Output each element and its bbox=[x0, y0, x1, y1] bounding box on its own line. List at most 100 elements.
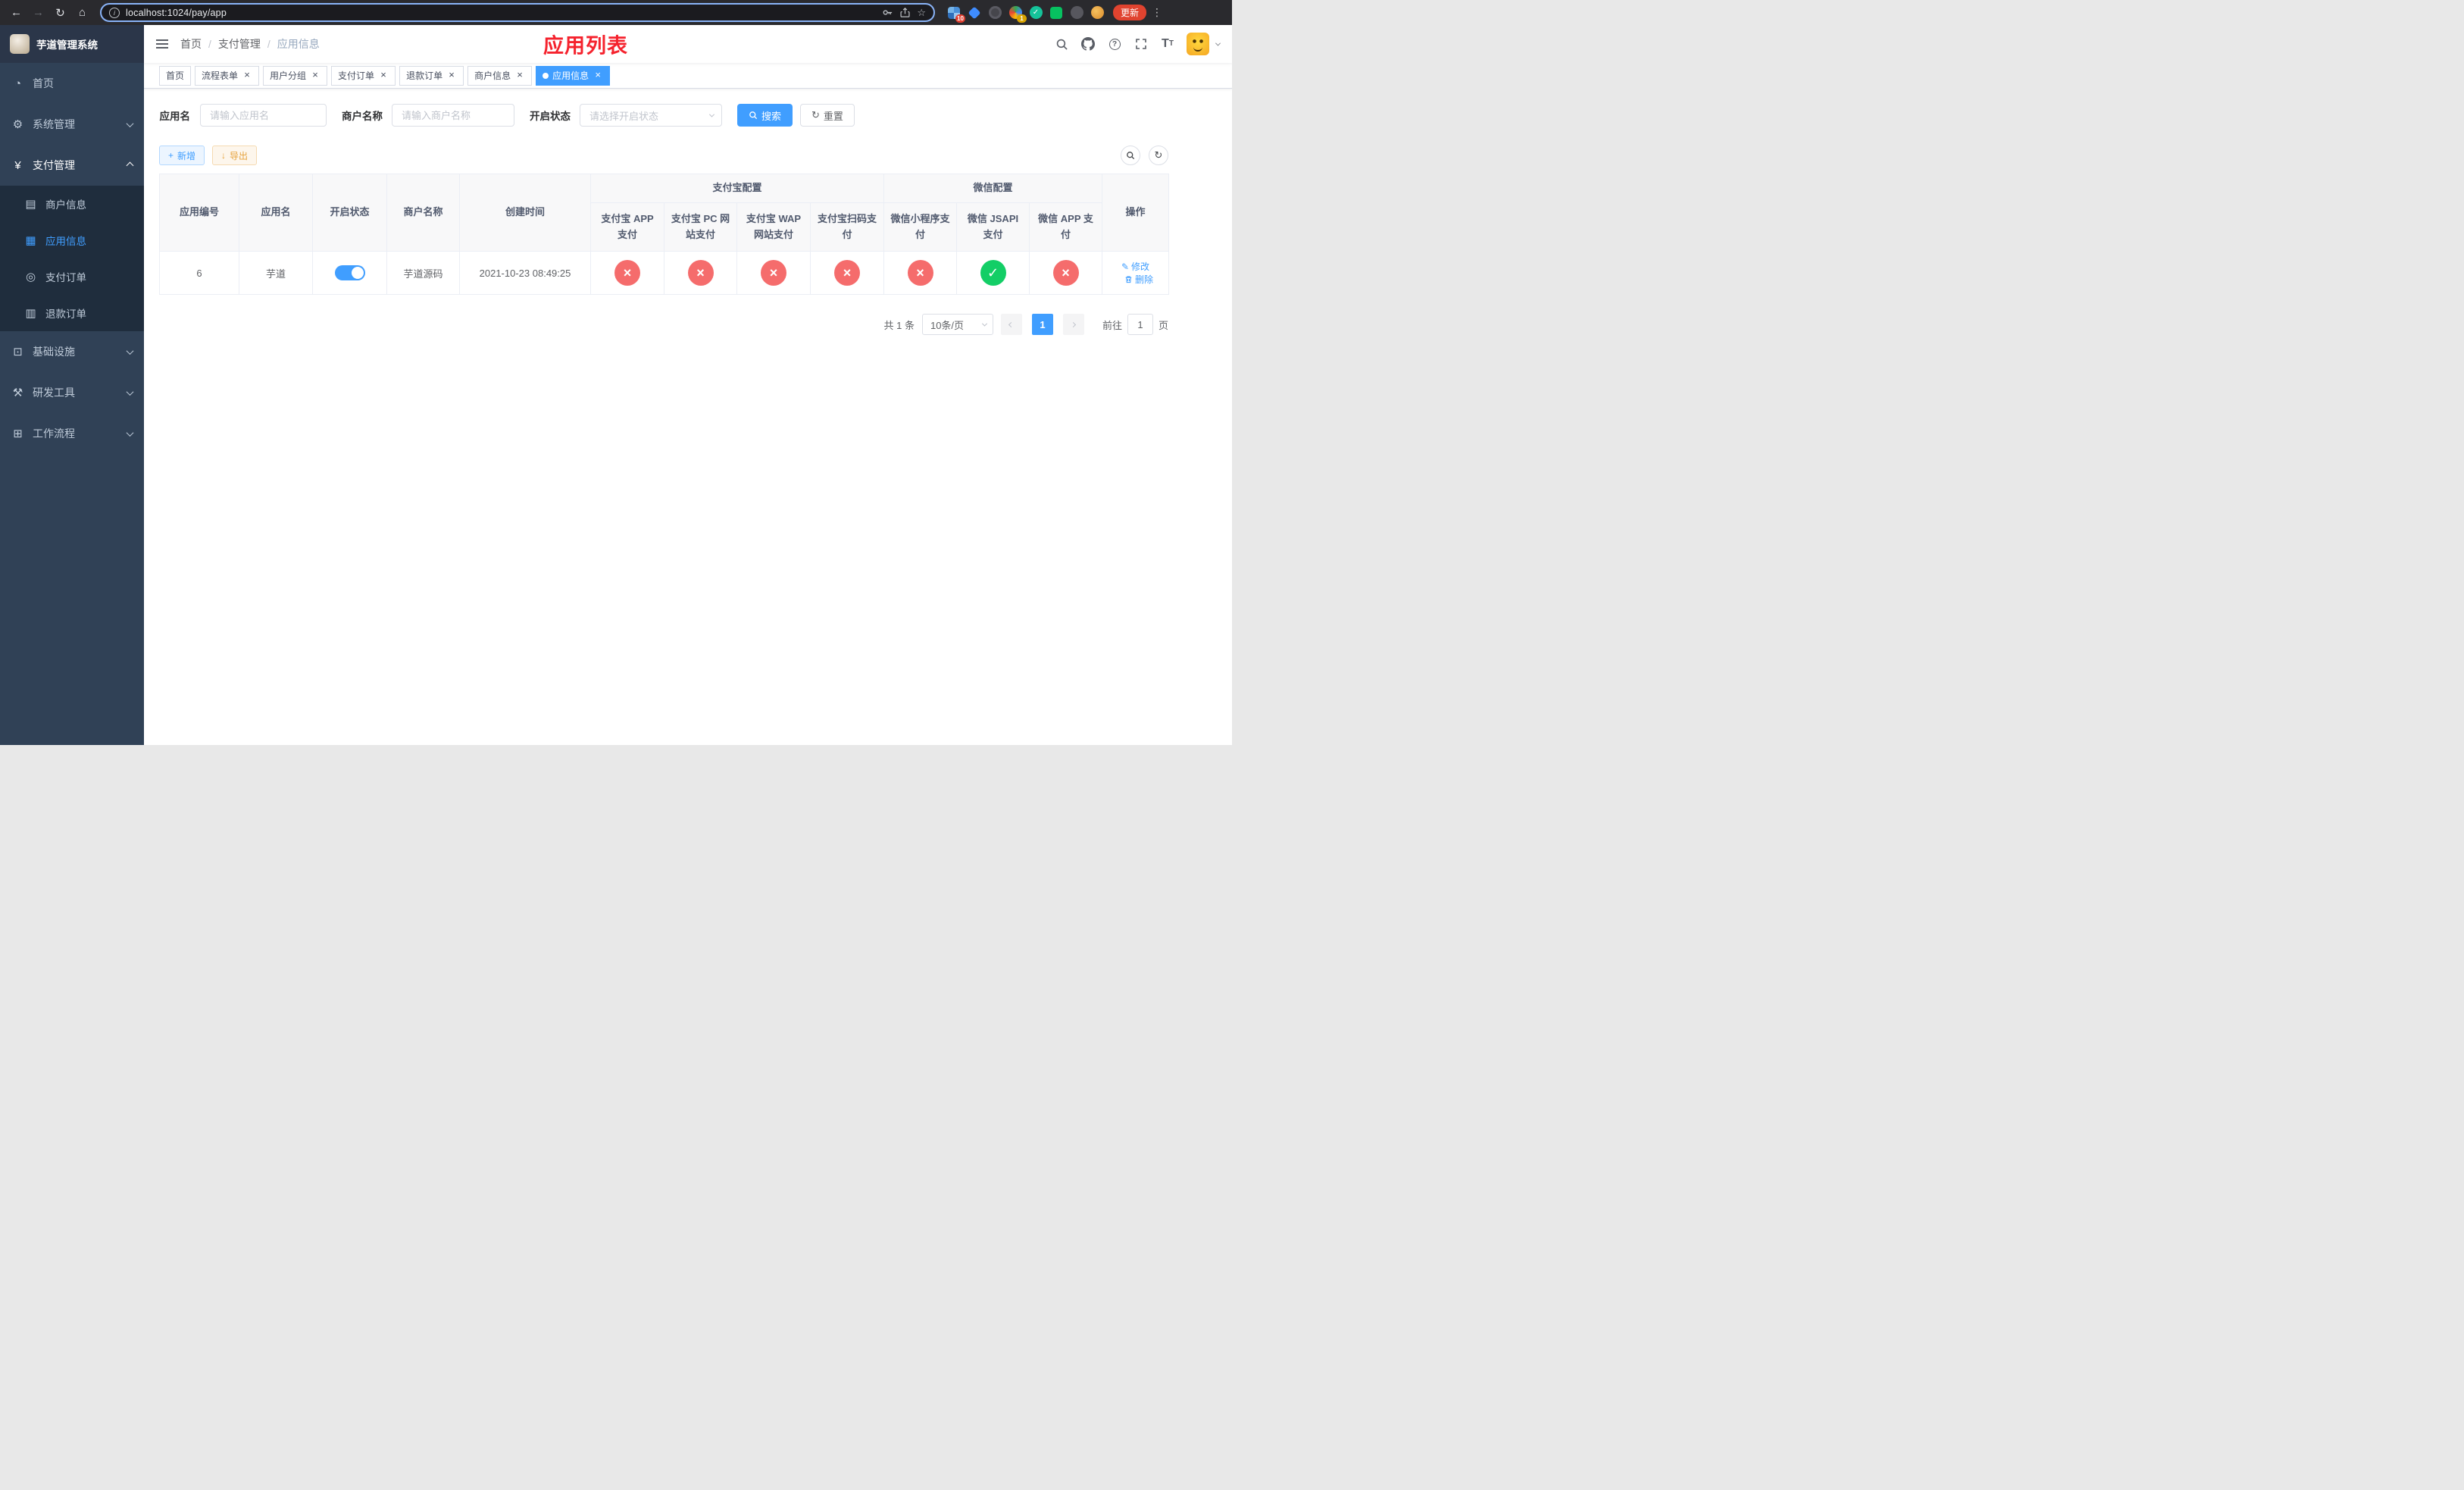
tab-app-info[interactable]: 应用信息 × bbox=[536, 65, 611, 86]
tab-pay-order[interactable]: 支付订单 × bbox=[331, 65, 396, 86]
help-icon[interactable]: ? bbox=[1107, 36, 1122, 52]
password-key-icon[interactable] bbox=[882, 7, 893, 18]
merchant-name-input[interactable] bbox=[392, 104, 514, 127]
tab-user-group[interactable]: 用户分组 × bbox=[263, 65, 328, 86]
tab-merchant-info[interactable]: 商户信息 × bbox=[467, 65, 533, 86]
hamburger-icon[interactable] bbox=[149, 30, 176, 58]
breadcrumb-home[interactable]: 首页 bbox=[180, 36, 202, 52]
page-content: 应用名 商户名称 开启状态 请选择开启状态 bbox=[144, 89, 1232, 745]
extension-grid-icon[interactable]: 10 bbox=[947, 6, 965, 23]
avatar-caret-icon[interactable] bbox=[1215, 40, 1221, 46]
close-icon[interactable]: × bbox=[378, 70, 389, 81]
payment-submenu: ▤ 商户信息 ▦ 应用信息 ◎ 支付订单 ▥ 退款订单 bbox=[0, 186, 144, 331]
extension-rainbow-icon[interactable]: 1 bbox=[1008, 6, 1027, 23]
font-size-icon[interactable]: TT bbox=[1160, 36, 1175, 52]
extension-green-square-icon[interactable] bbox=[1049, 6, 1063, 20]
breadcrumb-payment[interactable]: 支付管理 bbox=[218, 36, 261, 52]
tabs-bar: 首页 流程表单 × 用户分组 × 支付订单 × 退款订单 × 商户信息 × 应用… bbox=[144, 63, 1232, 89]
col-app-id: 应用编号 bbox=[159, 174, 239, 252]
col-status: 开启状态 bbox=[312, 174, 387, 252]
reset-button[interactable]: ↻ 重置 bbox=[800, 104, 855, 127]
close-icon[interactable]: × bbox=[310, 70, 321, 81]
refresh-table-button[interactable]: ↻ bbox=[1149, 146, 1168, 165]
app-shell: 芋道管理系统 ◔ 首页 ⚙ 系统管理 ¥ 支付管理 ▤ 商户信息 ▦ 应用信息 … bbox=[0, 25, 1232, 745]
sidebar-item-home[interactable]: ◔ 首页 bbox=[0, 63, 144, 104]
close-icon[interactable]: × bbox=[593, 70, 603, 81]
trash-icon bbox=[1124, 275, 1133, 283]
bookmark-star-icon[interactable]: ☆ bbox=[917, 7, 926, 19]
breadcrumb-separator: / bbox=[267, 38, 270, 50]
sidebar-item-payment[interactable]: ¥ 支付管理 bbox=[0, 145, 144, 186]
goto-page-input[interactable] bbox=[1127, 314, 1153, 335]
infra-monitor-icon: ⊡ bbox=[13, 346, 23, 358]
extension-face-icon[interactable] bbox=[1090, 6, 1104, 20]
col-app-name: 应用名 bbox=[239, 174, 313, 252]
breadcrumb-current: 应用信息 bbox=[277, 38, 320, 50]
delete-link[interactable]: 删除 bbox=[1124, 273, 1153, 286]
extension-drop-icon[interactable] bbox=[968, 6, 981, 20]
add-button[interactable]: + 新增 bbox=[159, 146, 205, 165]
url-text[interactable]: localhost:1024/pay/app bbox=[126, 8, 227, 18]
status-select[interactable]: 请选择开启状态 bbox=[580, 104, 722, 127]
wechat-mini-status-icon: × bbox=[907, 260, 933, 286]
sidebar-logo[interactable]: 芋道管理系统 bbox=[0, 25, 144, 63]
col-actions: 操作 bbox=[1102, 174, 1170, 252]
page-1-button[interactable]: 1 bbox=[1031, 314, 1053, 335]
chevron-down-icon bbox=[126, 387, 134, 396]
share-icon[interactable] bbox=[899, 7, 911, 18]
browser-update-button[interactable]: 更新 bbox=[1113, 5, 1147, 20]
user-avatar[interactable] bbox=[1187, 33, 1209, 55]
sidebar-item-dev-tools[interactable]: ⚒ 研发工具 bbox=[0, 372, 144, 413]
page-size-select[interactable]: 10条/页 bbox=[921, 314, 993, 335]
total-count: 共 1 条 bbox=[883, 319, 915, 331]
extension-dark-circle-icon[interactable] bbox=[988, 6, 1002, 20]
browser-forward-button[interactable]: → bbox=[28, 2, 48, 23]
col-merchant: 商户名称 bbox=[386, 174, 460, 252]
sidebar-item-system[interactable]: ⚙ 系统管理 bbox=[0, 104, 144, 145]
address-bar[interactable]: i localhost:1024/pay/app ☆ bbox=[100, 3, 935, 22]
app-name-input[interactable] bbox=[200, 104, 327, 127]
search-button[interactable]: 搜索 bbox=[737, 104, 793, 127]
edit-link[interactable]: ✎ 修改 bbox=[1121, 260, 1149, 273]
sidebar-item-app-info[interactable]: ▦ 应用信息 bbox=[0, 222, 144, 258]
toggle-search-button[interactable] bbox=[1121, 146, 1140, 165]
browser-menu-icon[interactable]: ⋮ bbox=[1151, 6, 1163, 19]
github-icon[interactable] bbox=[1080, 36, 1096, 52]
alipay-pc-status-icon: × bbox=[687, 260, 714, 286]
next-page-button[interactable] bbox=[1062, 314, 1084, 335]
plus-icon: + bbox=[168, 150, 174, 161]
browser-back-button[interactable]: ← bbox=[6, 2, 27, 23]
close-icon[interactable]: × bbox=[446, 70, 457, 81]
fullscreen-icon[interactable] bbox=[1134, 36, 1149, 52]
browser-home-button[interactable]: ⌂ bbox=[72, 2, 92, 23]
workflow-icon: ⊞ bbox=[13, 427, 23, 440]
sidebar-item-workflow[interactable]: ⊞ 工作流程 bbox=[0, 413, 144, 454]
prev-page-button[interactable] bbox=[1000, 314, 1022, 335]
tab-process-form[interactable]: 流程表单 × bbox=[195, 65, 260, 86]
sidebar-item-pay-order[interactable]: ◎ 支付订单 bbox=[0, 258, 144, 295]
browser-toolbar: ← → ↻ ⌂ i localhost:1024/pay/app ☆ 10 1 … bbox=[0, 0, 1232, 25]
status-switch[interactable] bbox=[334, 265, 365, 280]
sidebar-item-refund-order[interactable]: ▥ 退款订单 bbox=[0, 295, 144, 331]
tab-refund-order[interactable]: 退款订单 × bbox=[399, 65, 464, 86]
navbar: 首页 / 支付管理 / 应用信息 应用列表 ? T T bbox=[144, 25, 1232, 63]
app-grid-icon: ▦ bbox=[25, 234, 36, 247]
close-icon[interactable]: × bbox=[242, 70, 252, 81]
logo-avatar bbox=[10, 34, 30, 54]
site-info-icon[interactable]: i bbox=[109, 7, 120, 18]
app-name-label: 应用名 bbox=[159, 111, 191, 122]
tab-home[interactable]: 首页 bbox=[159, 65, 192, 86]
export-button[interactable]: ↓ 导出 bbox=[212, 146, 258, 165]
group-wechat-config: 微信配置 bbox=[883, 174, 1103, 203]
sidebar-item-infrastructure[interactable]: ⊡ 基础设施 bbox=[0, 331, 144, 372]
extension-puzzle-icon[interactable] bbox=[1070, 6, 1083, 20]
close-icon[interactable]: × bbox=[514, 70, 525, 81]
main-area: 首页 / 支付管理 / 应用信息 应用列表 ? T T 首页 流程表单 × 用户… bbox=[144, 25, 1232, 745]
chevron-up-icon bbox=[126, 161, 134, 169]
sidebar-item-merchant-info[interactable]: ▤ 商户信息 bbox=[0, 186, 144, 222]
browser-reload-button[interactable]: ↻ bbox=[50, 2, 70, 23]
chevron-down-icon bbox=[126, 428, 134, 437]
chevron-down-icon bbox=[126, 119, 134, 127]
extension-check-icon[interactable]: ✓ bbox=[1029, 6, 1043, 20]
search-icon[interactable] bbox=[1054, 36, 1069, 52]
